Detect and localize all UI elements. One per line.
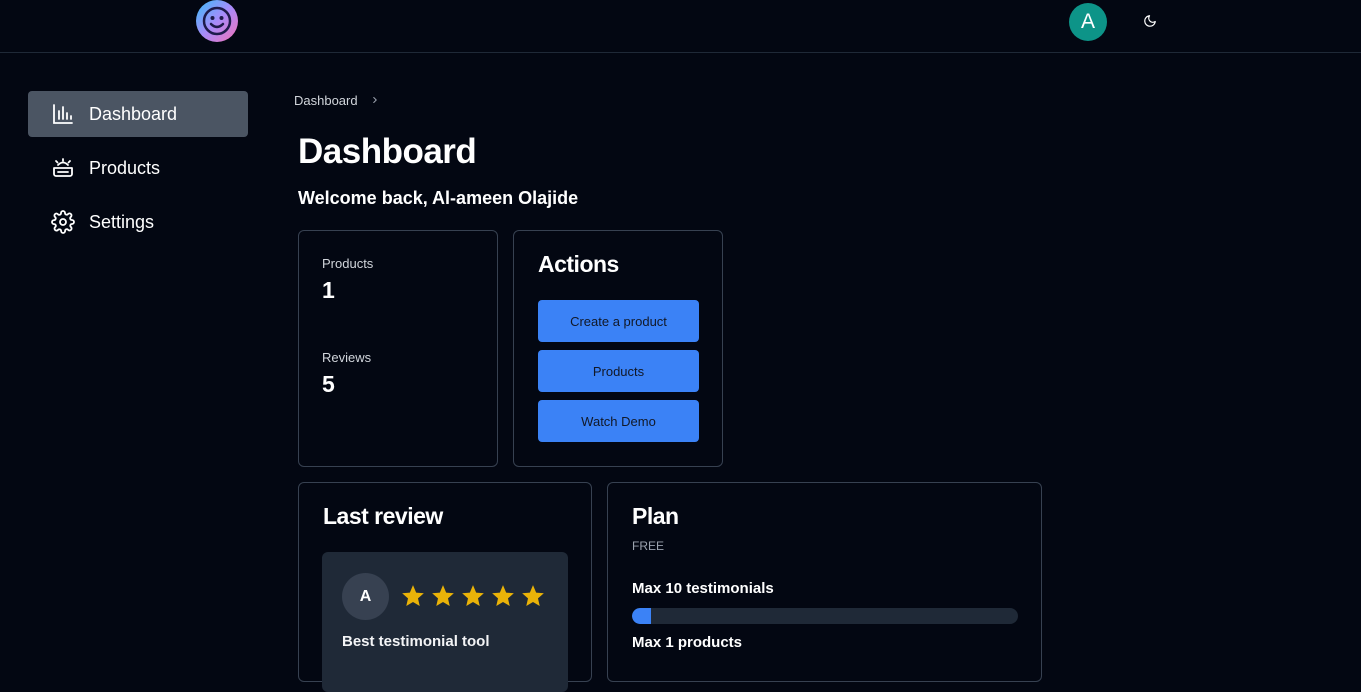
plan-tier-badge: FREE [632,539,665,553]
moon-icon[interactable] [1140,11,1160,31]
stats-card: Products 1 Reviews 5 [298,230,498,467]
welcome-message: Welcome back, Al-ameen Olajide [298,188,579,208]
review-text: Best testimonial tool [342,633,490,650]
reviews-stat-label: Reviews [322,350,372,365]
star-icon [432,585,454,606]
user-avatar[interactable]: A [1069,3,1107,41]
last-review-card: Last review A Best testimonial tool [298,482,592,692]
gear-icon [51,210,75,234]
progress-fill [632,608,652,624]
sidebar-item-label: Dashboard [89,103,178,124]
bar-chart-icon [51,102,75,126]
star-icon [402,585,424,606]
sidebar-item-products[interactable]: Products [28,145,248,191]
actions-card: Actions Create a product Products Watch … [513,230,723,467]
testimonials-progress-bar [632,608,1018,624]
sidebar-item-label: Products [89,157,161,178]
breadcrumb: Dashboard [294,93,380,108]
last-review-title: Last review [323,503,443,529]
breadcrumb-item-dashboard[interactable]: Dashboard [294,93,358,108]
watch-demo-button[interactable]: Watch Demo [538,400,699,442]
product-box-icon [51,156,75,180]
products-stat-label: Products [322,256,374,271]
testimonials-limit: Max 10 testimonials [632,580,774,597]
create-product-button[interactable]: Create a product [538,300,699,342]
products-stat-value: 1 [322,277,335,303]
sidebar: Dashboard Products Settings [28,91,248,253]
star-icon [522,585,544,606]
sidebar-item-dashboard[interactable]: Dashboard [28,91,248,137]
smiley-logo-icon[interactable] [196,0,238,42]
top-bar: A [0,0,1361,53]
products-limit: Max 1 products [632,634,743,651]
reviewer-avatar: A [342,573,389,620]
sidebar-item-label: Settings [89,211,155,232]
reviews-stat-value: 5 [322,371,335,397]
plan-title: Plan [632,503,679,529]
page-title: Dashboard [298,132,477,171]
star-rating [400,583,550,609]
star-icon [462,585,484,606]
review-item: A Best testimonial tool [322,552,568,692]
star-icon [492,585,514,606]
plan-card: Plan FREE Max 10 testimonials Max 1 prod… [607,482,1042,682]
actions-title: Actions [538,251,619,277]
chevron-right-icon [370,93,380,108]
sidebar-item-settings[interactable]: Settings [28,199,248,245]
products-button[interactable]: Products [538,350,699,392]
